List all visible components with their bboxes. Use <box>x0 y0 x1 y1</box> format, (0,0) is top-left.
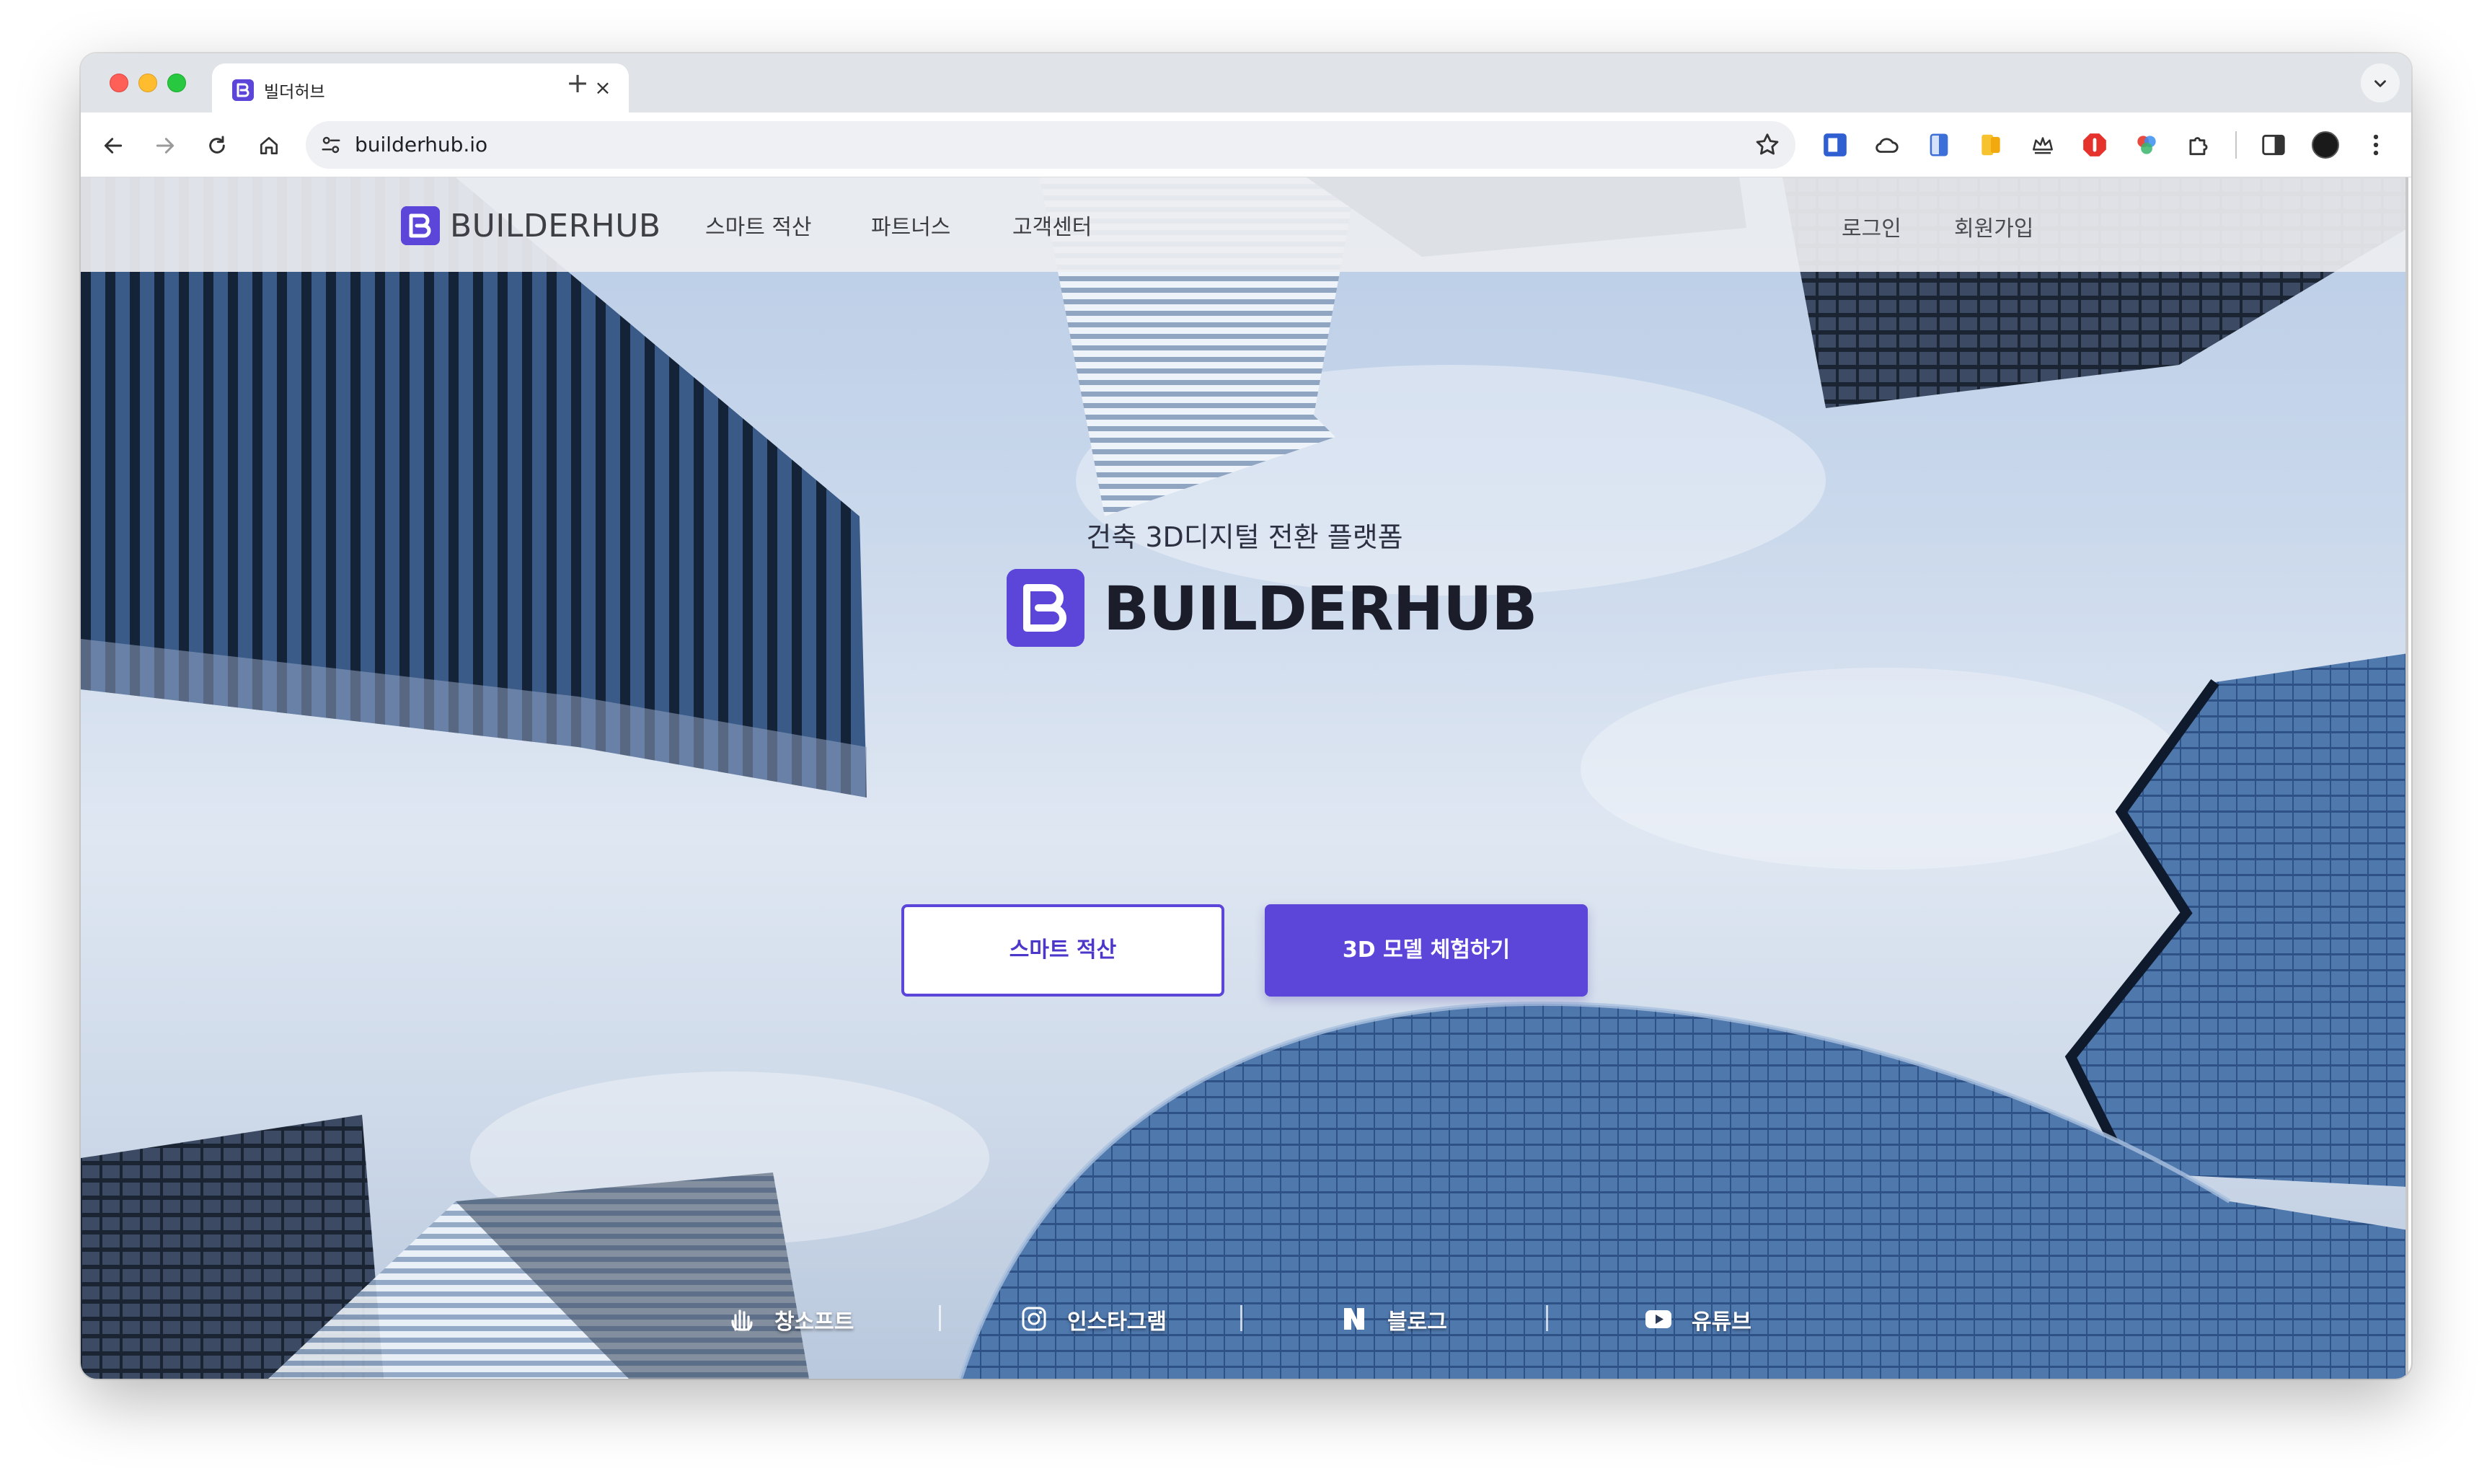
star-icon[interactable] <box>1754 131 1781 159</box>
crown-extension-icon[interactable] <box>2029 131 2056 159</box>
url-text[interactable]: builderhub.io <box>355 133 487 156</box>
nav-customer-center[interactable]: 고객센터 <box>1012 209 1092 241</box>
forward-button[interactable] <box>147 127 183 163</box>
browser-toolbar: builderhub.io <box>81 112 2411 177</box>
address-bar[interactable]: builderhub.io <box>306 121 1795 169</box>
toolbar-divider <box>2235 131 2237 159</box>
naver-blog-icon <box>1344 1308 1364 1330</box>
page-scrollbar[interactable] <box>2405 177 2408 1379</box>
social-label: 인스타그램 <box>1067 1309 1167 1335</box>
social-divider <box>1546 1305 1548 1331</box>
smart-estimate-button[interactable]: 스마트 적산 <box>901 904 1224 997</box>
sticky-note-icon[interactable] <box>1977 131 2005 159</box>
maximize-window-button[interactable] <box>167 74 186 92</box>
minimize-window-button[interactable] <box>138 74 157 92</box>
builderhub-logo-icon <box>1007 569 1084 647</box>
social-label: 블로그 <box>1387 1309 1447 1335</box>
adblock-icon[interactable] <box>2081 131 2108 159</box>
builderhub-favicon-icon <box>232 79 254 101</box>
social-divider <box>1240 1305 1242 1331</box>
clipboard-extension-icon[interactable] <box>1925 131 1953 159</box>
site-logo-text: BUILDERHUB <box>450 208 661 244</box>
home-button[interactable] <box>251 127 287 163</box>
side-panel-icon[interactable] <box>2260 131 2287 159</box>
tab-strip: 빌더허브 × + <box>81 53 2411 112</box>
profile-avatar[interactable] <box>2312 131 2339 159</box>
page-viewport: BUILDERHUB 스마트 적산 파트너스 고객센터 로그인 회원가입 건축 … <box>81 177 2408 1379</box>
arrow-left-icon <box>104 137 123 154</box>
nav-partners[interactable]: 파트너스 <box>871 209 950 241</box>
social-label: 창소프트 <box>774 1309 854 1335</box>
social-divider <box>939 1305 941 1331</box>
site-info-icon[interactable] <box>320 134 342 156</box>
close-window-button[interactable] <box>110 74 128 92</box>
site-header: BUILDERHUB 스마트 적산 파트너스 고객센터 로그인 회원가입 <box>81 177 2408 272</box>
color-picker-icon[interactable] <box>2133 131 2160 159</box>
hero-logo: BUILDERHUB <box>1007 569 1537 648</box>
login-link[interactable]: 로그인 <box>1842 211 1901 242</box>
chevron-down-icon <box>2374 79 2386 87</box>
builderhub-logo-icon <box>401 206 440 245</box>
puzzle-icon[interactable] <box>2185 131 2212 159</box>
arrow-right-icon <box>156 137 174 154</box>
social-label: 유튜브 <box>1692 1309 1751 1335</box>
instagram-icon <box>1022 1307 1046 1331</box>
tab-title: 빌더허브 <box>264 83 325 102</box>
tab-search-button[interactable] <box>2361 63 2400 102</box>
signup-link[interactable]: 회원가입 <box>1954 211 2033 242</box>
hero-background-image <box>81 177 2408 1379</box>
new-tab-button[interactable]: + <box>560 65 596 101</box>
home-icon <box>260 136 278 154</box>
cloud-icon[interactable] <box>1873 131 1901 159</box>
hero-subtitle: 건축 3D디지털 전환 플랫폼 <box>1086 521 1403 553</box>
changsoft-hand-icon <box>731 1309 753 1331</box>
youtube-icon <box>1645 1310 1671 1328</box>
builderhub-extension-icon[interactable] <box>1821 131 1849 159</box>
reload-button[interactable] <box>199 127 235 163</box>
try-3d-model-button[interactable]: 3D 모델 체험하기 <box>1265 904 1588 997</box>
reload-icon <box>209 136 225 154</box>
browser-window: 빌더허브 × + builderhub.io BUILDERHUB 스마트 적산… <box>81 53 2411 1379</box>
nav-smart-estimate[interactable]: 스마트 적산 <box>705 209 812 241</box>
hero-title: BUILDERHUB <box>1103 573 1537 644</box>
kebab-menu-icon[interactable] <box>2362 131 2390 159</box>
back-button[interactable] <box>95 127 131 163</box>
